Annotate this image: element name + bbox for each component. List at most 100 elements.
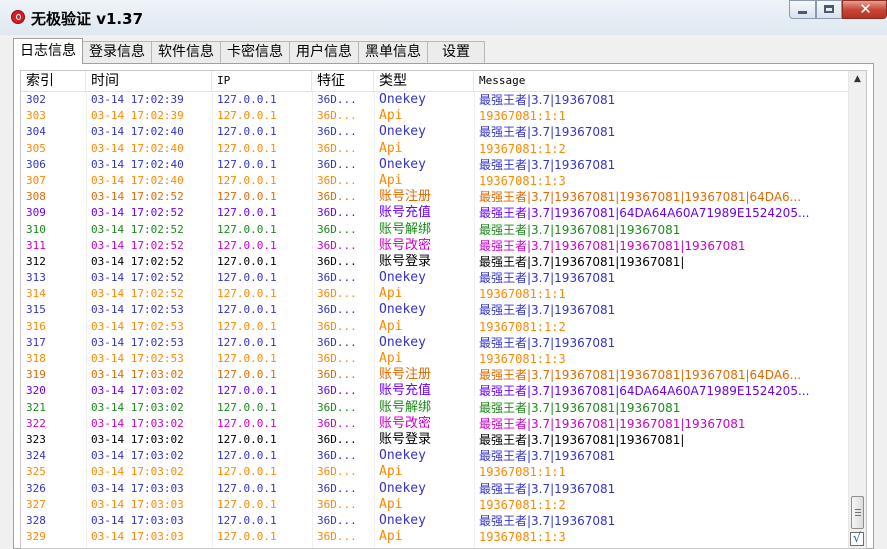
row-index: 318 [26, 352, 46, 365]
vertical-scrollbar[interactable]: ▲ √ [848, 71, 866, 548]
row-ip: 127.0.0.1 [217, 190, 277, 204]
row-feature: 36D... [317, 271, 357, 285]
table-row[interactable]: 321 03-14 17:03:02 127.0.0.1 36D... 账号解绑 最强王者… [21, 400, 848, 416]
row-feature: 36D... [317, 173, 357, 187]
table-row[interactable]: 311 03-14 17:02:52 127.0.0.1 36D... 账号改密 最强王者… [21, 238, 848, 254]
row-feature: 36D... [317, 125, 357, 139]
table-row[interactable]: 307 03-14 17:02:40 127.0.0.1 36D... Api 19367… [21, 173, 848, 189]
column-header-type[interactable]: 类型 [374, 71, 474, 91]
table-row[interactable]: 323 03-14 17:03:02 127.0.0.1 36D... 账号登录 最强王者… [21, 432, 848, 448]
table-row[interactable]: 304 03-14 17:02:40 127.0.0.1 36D... Onekey 最强… [21, 124, 848, 140]
column-header-time[interactable]: 时间 [86, 71, 212, 91]
close-icon: ✕ [859, 0, 872, 18]
tab-log-info[interactable]: 日志信息 [13, 38, 83, 64]
app-logo-icon [11, 10, 25, 24]
row-index: 325 [26, 465, 46, 479]
row-feature: 36D... [317, 190, 357, 204]
row-ip: 127.0.0.1 [217, 497, 277, 511]
row-feature: 36D... [317, 141, 357, 155]
table-row[interactable]: 329 03-14 17:03:03 127.0.0.1 36D... Api 19367… [21, 529, 848, 545]
tab-software-info[interactable]: 软件信息 [151, 41, 221, 63]
table-row[interactable]: 326 03-14 17:03:03 127.0.0.1 36D... Onekey 最强… [21, 481, 848, 497]
row-index: 327 [26, 497, 46, 511]
column-header-index[interactable]: 索引 [21, 71, 86, 91]
row-time: 03-14 17:02:52 [91, 271, 184, 285]
table-row[interactable]: 325 03-14 17:03:02 127.0.0.1 36D... Api 19367… [21, 464, 848, 480]
row-ip: 127.0.0.1 [217, 206, 277, 220]
row-message: 最强王者|3.7|19367081|19367081 [479, 400, 681, 415]
table-row[interactable]: 312 03-14 17:02:52 127.0.0.1 36D... 账号登录 最强王者… [21, 254, 848, 270]
row-type: Onekey [379, 270, 426, 286]
table-row[interactable]: 324 03-14 17:03:02 127.0.0.1 36D... Onekey 最强… [21, 448, 848, 464]
table-row[interactable]: 314 03-14 17:02:52 127.0.0.1 36D... Api 19367… [21, 286, 848, 302]
row-message: 最强王者|3.7|19367081 [479, 513, 616, 528]
table-row[interactable]: 318 03-14 17:02:53 127.0.0.1 36D... Api 19367… [21, 351, 848, 367]
table-row[interactable]: 315 03-14 17:02:53 127.0.0.1 36D... Onekey 最强… [21, 302, 848, 318]
row-feature: 36D... [317, 497, 357, 511]
close-button[interactable]: ✕ [842, 0, 887, 19]
row-index: 308 [26, 190, 46, 204]
row-message: 19367081:1:1 [479, 465, 566, 480]
column-header-feature[interactable]: 特征 [312, 71, 374, 91]
table-row[interactable]: 327 03-14 17:03:03 127.0.0.1 36D... Api 19367… [21, 497, 848, 513]
tab-login-info[interactable]: 登录信息 [82, 41, 152, 63]
tab-blacklist-info[interactable]: 黑单信息 [358, 41, 428, 63]
row-time: 03-14 17:02:40 [91, 173, 184, 187]
row-time: 03-14 17:03:02 [91, 449, 184, 463]
scroll-up-icon[interactable]: ▲ [849, 71, 866, 88]
minimize-icon [798, 11, 807, 14]
row-ip: 127.0.0.1 [217, 432, 277, 446]
maximize-button[interactable] [816, 0, 842, 19]
auto-scroll-checkbox[interactable]: √ [850, 532, 864, 546]
row-time: 03-14 17:03:02 [91, 465, 184, 479]
table-row[interactable]: 309 03-14 17:02:52 127.0.0.1 36D... 账号充值 最强王者… [21, 205, 848, 221]
app-window: 无极验证 v1.37 ✕ 日志信息 登录信息 软件信息 卡密信息 用户信息 黑单… [0, 0, 887, 549]
table-row[interactable]: 308 03-14 17:02:52 127.0.0.1 36D... 账号注册 最强王者… [21, 189, 848, 205]
row-index: 305 [26, 141, 46, 155]
row-index: 317 [26, 335, 46, 349]
row-ip: 127.0.0.1 [217, 352, 277, 365]
row-message: 19367081:1:2 [479, 497, 566, 512]
row-feature: 36D... [317, 481, 357, 495]
scroll-thumb[interactable] [851, 496, 864, 529]
row-ip: 127.0.0.1 [217, 173, 277, 187]
log-list[interactable]: 索引 时间 IP 特征 类型 Message 302 03-14 17:02:39… [20, 70, 867, 549]
row-message: 19367081:1:2 [479, 141, 566, 156]
table-row[interactable]: 322 03-14 17:03:02 127.0.0.1 36D... 账号改密 最强王者… [21, 416, 848, 432]
column-header-ip[interactable]: IP [212, 71, 312, 91]
table-row[interactable]: 313 03-14 17:02:52 127.0.0.1 36D... Onekey 最强… [21, 270, 848, 286]
table-row[interactable]: 320 03-14 17:03:02 127.0.0.1 36D... 账号充值 最强王者… [21, 383, 848, 399]
row-ip: 127.0.0.1 [217, 416, 277, 430]
tab-card-info[interactable]: 卡密信息 [220, 41, 290, 63]
tab-settings[interactable]: 设置 [427, 41, 485, 63]
row-ip: 127.0.0.1 [217, 141, 277, 155]
table-row[interactable]: 316 03-14 17:02:53 127.0.0.1 36D... Api 19367… [21, 319, 848, 335]
title-bar[interactable]: 无极验证 v1.37 ✕ [0, 0, 887, 35]
table-row[interactable]: 302 03-14 17:02:39 127.0.0.1 36D... Onekey 最强… [21, 92, 848, 108]
table-row[interactable]: 306 03-14 17:02:40 127.0.0.1 36D... Onekey 最强… [21, 157, 848, 173]
row-feature: 36D... [317, 206, 357, 220]
list-header: 索引 时间 IP 特征 类型 Message [21, 71, 848, 92]
minimize-button[interactable] [789, 0, 816, 19]
table-row[interactable]: 319 03-14 17:03:02 127.0.0.1 36D... 账号注册 最强王者… [21, 367, 848, 383]
table-row[interactable]: 317 03-14 17:02:53 127.0.0.1 36D... Onekey 最强… [21, 335, 848, 351]
row-time: 03-14 17:02:52 [91, 287, 184, 301]
table-row[interactable]: 303 03-14 17:02:39 127.0.0.1 36D... Api 19367… [21, 108, 848, 124]
tab-user-info[interactable]: 用户信息 [289, 41, 359, 63]
row-feature: 36D... [317, 319, 357, 333]
table-row[interactable]: 305 03-14 17:02:40 127.0.0.1 36D... Api 19367… [21, 141, 848, 157]
row-message: 最强王者|3.7|19367081 [479, 93, 616, 107]
row-time: 03-14 17:02:52 [91, 190, 184, 204]
row-time: 03-14 17:02:39 [91, 93, 184, 106]
row-message: 最强王者|3.7|19367081|19367081| [479, 432, 685, 447]
row-type: Onekey [379, 156, 426, 172]
table-row[interactable]: 328 03-14 17:03:03 127.0.0.1 36D... Onekey 最强… [21, 513, 848, 529]
row-type: Onekey [379, 92, 426, 107]
row-type: Api [379, 318, 403, 334]
row-time: 03-14 17:02:40 [91, 141, 184, 155]
row-message: 最强王者|3.7|19367081 [479, 481, 616, 496]
column-header-message[interactable]: Message [474, 71, 848, 91]
table-row[interactable]: 310 03-14 17:02:52 127.0.0.1 36D... 账号解绑 最强王者… [21, 222, 848, 238]
row-message: 19367081:1:1 [479, 109, 566, 124]
row-type: Onekey [379, 334, 426, 350]
